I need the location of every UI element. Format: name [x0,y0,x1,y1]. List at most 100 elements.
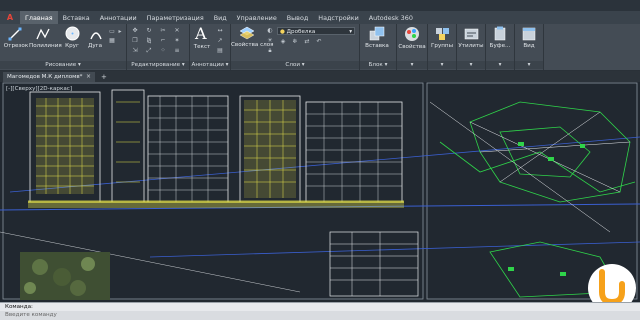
insert-icon [369,26,385,41]
rectangle-icon[interactable]: ▭ [108,29,116,35]
document-tab-bar: Магомедов М.К дипломв* × + [0,71,640,82]
polyline-icon [36,28,50,40]
panel-groups-title[interactable]: ▾ [428,61,456,69]
layer-properties-button[interactable]: Свойства слоя [231,42,274,48]
layer-bulb-icon: ● [280,29,285,35]
close-icon[interactable]: × [86,72,91,82]
panel-utilities: Утилиты ▾ [457,24,486,70]
clipboard-button[interactable]: Буфе... [486,43,514,49]
view-button[interactable]: Вид [515,43,543,49]
building-facade-right [239,95,403,203]
clipboard-icon [494,26,506,41]
insert-button[interactable]: Вставка [362,43,392,49]
command-input[interactable]: Введите команду [5,311,57,320]
panel-annotation-title[interactable]: Аннотации ▾ [190,61,230,69]
panel-utilities-title[interactable]: ▾ [457,61,485,69]
document-tab[interactable]: Магомедов М.К дипломв* [3,72,95,82]
utilities-icon [464,28,479,40]
groups-button[interactable]: Группы [428,43,456,49]
drawing-canvas[interactable]: [-][Сверху][2D-каркас] [0,82,640,302]
tab-parametric[interactable]: Параметризация [142,11,209,24]
panel-view: Вид ▾ [515,24,544,70]
panel-properties: Свойства ▾ [397,24,428,70]
fillet-icon[interactable]: ⌐ [159,38,167,44]
dimension-icon[interactable]: ↔ [216,28,224,34]
panel-draw: Отрезок Полилиния Круг Дуга ▭ ▦ ▸ Рисова… [0,24,127,70]
text-icon: A [195,24,207,43]
panel-modify: ✥ ❐ ⇲ ↻ ⧎ ⤢ ✂ ⌐ ⁘ ✕ ✶ ≡ Редактирование ▾ [127,24,190,70]
groups-icon [436,28,449,40]
tab-manage[interactable]: Управление [232,11,282,24]
panel-properties-title[interactable]: ▾ [397,61,427,69]
utilities-button[interactable]: Утилиты [457,43,485,49]
panel-layers-title[interactable]: Слои ▾ [231,61,359,69]
tab-home[interactable]: Главная [20,11,58,24]
tab-insert[interactable]: Вставка [58,11,95,24]
arc-button[interactable]: Дуга [84,43,106,49]
building-facade-left [29,91,101,203]
trim-icon[interactable]: ✂ [159,28,167,34]
site-photo [20,252,110,300]
layer-previous-icon[interactable]: ↶ [315,39,323,45]
explode-icon[interactable]: ✶ [173,38,181,44]
panel-groups: Группы ▾ [428,24,457,70]
more-draw-icon[interactable]: ▸ [116,29,124,35]
stretch-icon[interactable]: ⇲ [131,48,139,54]
arc-icon [90,32,102,40]
layer-off-icon[interactable]: ☀ [266,38,274,44]
move-icon[interactable]: ✥ [131,28,139,34]
panel-clipboard: Буфе... ▾ [486,24,515,70]
properties-button[interactable]: Свойства [397,44,427,50]
panel-annotation: A Текст ↔ ↗ ▤ Аннотации ▾ [190,24,231,70]
layer-dropdown[interactable]: ● Дробелка ▾ [277,27,355,35]
array-icon[interactable]: ⁘ [159,48,167,54]
view-icon [522,27,536,41]
erase-icon[interactable]: ✕ [173,28,181,34]
layer-isolate-icon[interactable]: ◈ [279,39,287,45]
chevron-down-icon: ▾ [349,29,352,35]
panel-draw-title[interactable]: Рисование ▾ [0,61,126,69]
ribbon: Отрезок Полилиния Круг Дуга ▭ ▦ ▸ Рисова… [0,24,640,71]
logo-icon [588,264,636,302]
layer-lock-icon[interactable]: 🔒︎ [266,48,274,54]
layer-properties-icon [239,26,255,40]
polyline-button[interactable]: Полилиния [29,43,62,49]
leader-icon[interactable]: ↗ [216,38,224,44]
drawing-area [0,82,640,300]
ribbon-tab-bar: A Главная Вставка Аннотации Параметризац… [0,11,640,24]
viewport-controls-label[interactable]: [-][Сверху][2D-каркас] [6,86,72,92]
properties-icon [405,27,419,41]
line-icon [8,27,22,41]
panel-modify-title[interactable]: Редактирование ▾ [127,61,189,69]
building-facade-center [111,89,229,203]
text-button[interactable]: Текст [191,44,213,50]
panel-block-title[interactable]: Блок ▾ [360,61,396,69]
plus-icon[interactable]: + [101,72,107,82]
tab-view[interactable]: Вид [209,11,232,24]
table-icon[interactable]: ▤ [216,48,224,54]
command-line[interactable]: Введите команду [0,311,640,320]
tab-annotate[interactable]: Аннотации [95,11,142,24]
scale-icon[interactable]: ⤢ [145,48,153,54]
layer-freeze-icon[interactable]: ❄ [291,39,299,45]
layer-state-icon[interactable]: ◐ [266,28,274,34]
offset-icon[interactable]: ≡ [173,48,181,54]
circle-button[interactable]: Круг [61,43,83,49]
panel-view-title[interactable]: ▾ [515,61,543,69]
tab-output[interactable]: Вывод [282,11,314,24]
tab-addins[interactable]: Надстройки [313,11,364,24]
rotate-icon[interactable]: ↻ [145,28,153,34]
title-bar [0,0,640,11]
application-menu-button[interactable]: A [0,11,20,24]
layer-match-icon[interactable]: ⇄ [303,39,311,45]
line-button[interactable]: Отрезок [2,43,30,49]
copy-icon[interactable]: ❐ [131,38,139,44]
hatch-icon[interactable]: ▦ [108,38,116,44]
spec-table [329,231,419,297]
circle-icon [65,26,80,41]
mirror-icon[interactable]: ⧎ [145,38,153,44]
panel-clipboard-title[interactable]: ▾ [486,61,514,69]
panel-block: Вставка Блок ▾ [360,24,397,70]
panel-layers: Свойства слоя ◐ ☀ 🔒︎ ● Дробелка ▾ ◈ ❄ ⇄ … [231,24,360,70]
tab-autodesk-360[interactable]: Autodesk 360 [364,11,418,24]
